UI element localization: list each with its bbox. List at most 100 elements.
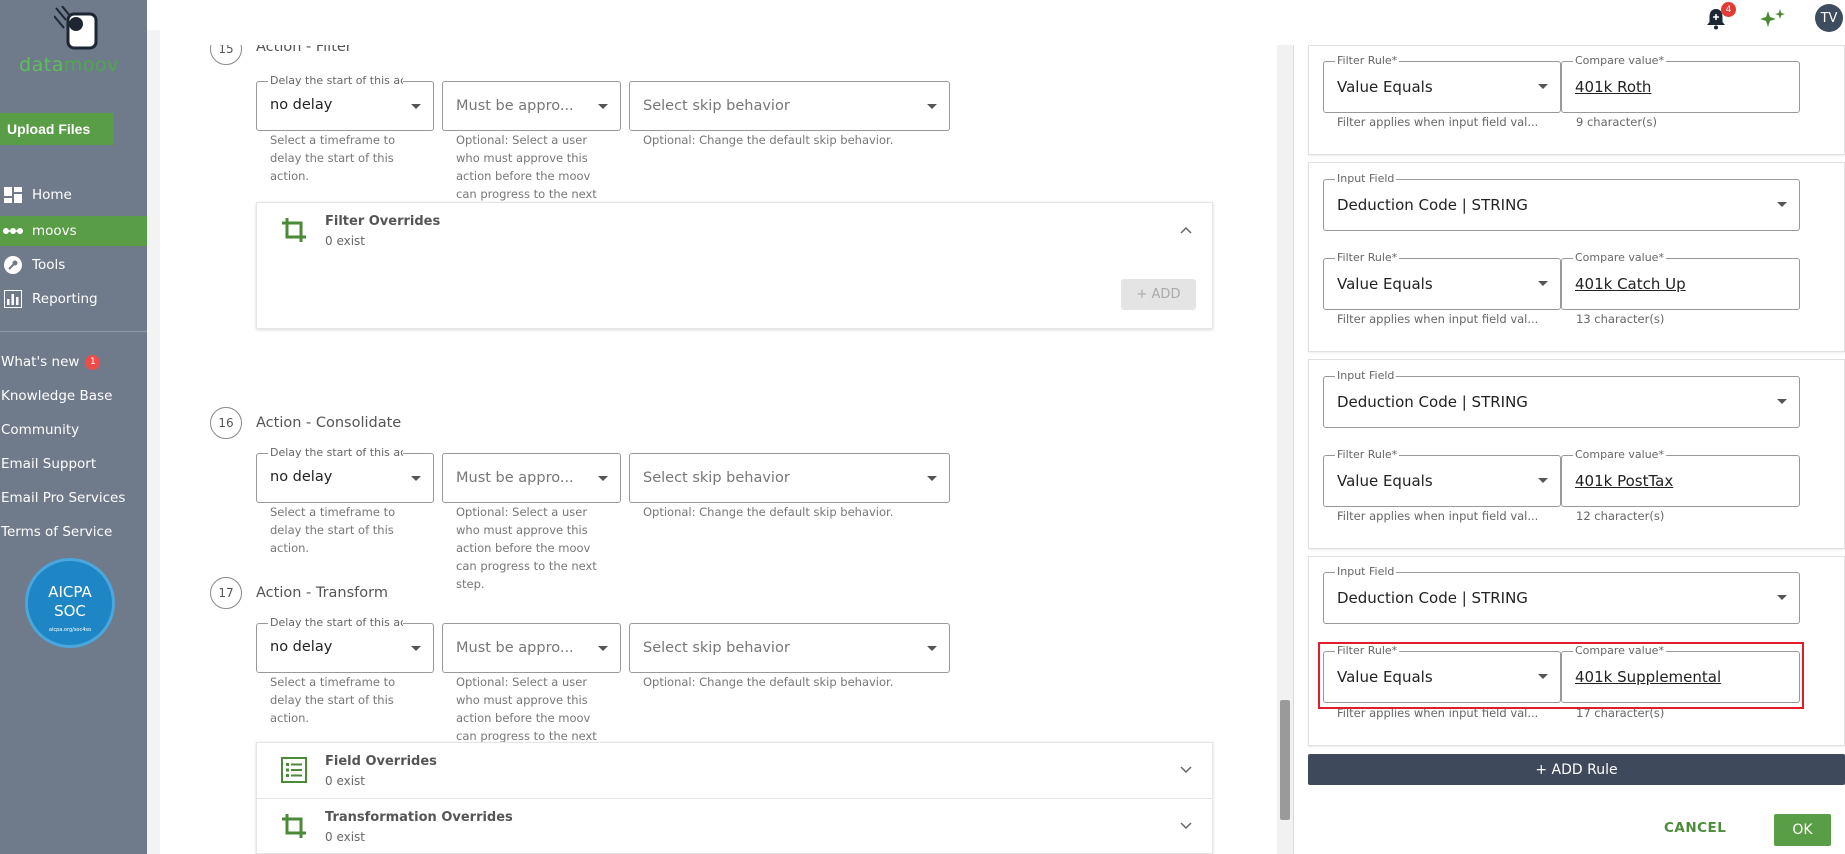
- cancel-button[interactable]: CANCEL: [1664, 820, 1726, 836]
- nav-home[interactable]: Home: [0, 180, 147, 210]
- filter-rule-select-1[interactable]: Filter Rule* Value Equals: [1323, 54, 1561, 113]
- compare-value-input-2[interactable]: Compare value* 401k Catch Up: [1561, 251, 1800, 310]
- approver-select-15[interactable]: Must be appro...: [442, 81, 621, 131]
- step-title-16: Action - Consolidate: [256, 415, 402, 431]
- char-count-2: 13 character(s): [1576, 312, 1665, 326]
- add-rule-button[interactable]: + ADD Rule: [1308, 754, 1845, 785]
- transformation-overrides-count: 0 exist: [325, 830, 366, 844]
- chevron-down-icon[interactable]: [1180, 819, 1192, 833]
- skip-helper-16: Optional: Change the default skip behavi…: [643, 505, 894, 519]
- link-whats-new[interactable]: What's new 1: [1, 354, 101, 370]
- input-field-label: Input Field: [1335, 565, 1397, 578]
- dropdown-caret-icon: [1538, 84, 1548, 89]
- filter-helper-1: Filter applies when input field val...: [1337, 115, 1539, 129]
- upload-files-button[interactable]: Upload Files: [0, 113, 114, 145]
- filter-overrides-title: Filter Overrides: [325, 214, 441, 229]
- input-field-label: Input Field: [1335, 369, 1397, 382]
- input-field-select-3[interactable]: Input Field Deduction Code | STRING: [1323, 369, 1800, 428]
- ai-sparkle-icon[interactable]: [1758, 7, 1788, 31]
- compare-label: Compare value*: [1573, 251, 1666, 264]
- overrides-panel-17: Field Overrides 0 exist Transformation O…: [256, 742, 1213, 854]
- skip-placeholder: Select skip behavior: [643, 98, 790, 114]
- skip-helper-15: Optional: Change the default skip behavi…: [643, 133, 894, 147]
- dropdown-caret-icon: [598, 646, 608, 651]
- aicpa-url-text: aicpa.org/soc4so: [48, 627, 92, 633]
- input-field-value: Deduction Code | STRING: [1337, 393, 1528, 411]
- dropdown-caret-icon: [1538, 281, 1548, 286]
- moov-editor-main: 15 Action - Filter Delay the start of th…: [160, 45, 1270, 854]
- approver-placeholder: Must be appro...: [456, 640, 574, 656]
- notification-count-badge: 4: [1721, 2, 1736, 17]
- filter-rule-select-3[interactable]: Filter Rule* Value Equals: [1323, 448, 1561, 507]
- compare-value-input-3[interactable]: Compare value* 401k PostTax: [1561, 448, 1800, 507]
- field-overrides-row[interactable]: Field Overrides 0 exist: [257, 743, 1212, 798]
- compare-value: 401k Catch Up: [1575, 275, 1686, 293]
- char-count-1: 9 character(s): [1576, 115, 1658, 129]
- skip-select-17[interactable]: Select skip behavior: [629, 623, 950, 673]
- bar-chart-icon: [3, 290, 23, 308]
- nav-home-label: Home: [32, 187, 72, 203]
- link-terms-of-service[interactable]: Terms of Service: [1, 524, 112, 540]
- compare-value-input-1[interactable]: Compare value* 401k Roth: [1561, 54, 1800, 113]
- compare-label: Compare value*: [1573, 448, 1666, 461]
- approver-select-16[interactable]: Must be appro...: [442, 453, 621, 503]
- filter-rule-label: Filter Rule*: [1335, 448, 1400, 461]
- link-email-pro-services[interactable]: Email Pro Services: [1, 490, 125, 506]
- input-field-value: Deduction Code | STRING: [1337, 589, 1528, 607]
- input-field-select-2[interactable]: Input Field Deduction Code | STRING: [1323, 172, 1800, 231]
- link-email-support[interactable]: Email Support: [1, 456, 96, 472]
- approver-placeholder: Must be appro...: [456, 98, 574, 114]
- delay-select-17[interactable]: Delay the start of this action no delay: [256, 616, 434, 673]
- sidebar-divider: [0, 331, 147, 332]
- user-avatar[interactable]: TV: [1815, 4, 1843, 32]
- approver-helper-17: Optional: Select a user who must approve…: [456, 675, 597, 743]
- dropdown-caret-icon: [1777, 399, 1787, 404]
- input-field-value: Deduction Code | STRING: [1337, 196, 1528, 214]
- input-field-select-4[interactable]: Input Field Deduction Code | STRING: [1323, 565, 1800, 624]
- aicpa-text: AICPA: [48, 583, 92, 601]
- nav-reporting[interactable]: Reporting: [0, 284, 147, 314]
- crop-icon: [279, 811, 309, 841]
- delay-select-16[interactable]: Delay the start of this action no delay: [256, 446, 434, 503]
- step-title-17: Action - Transform: [256, 585, 388, 601]
- ok-button[interactable]: OK: [1774, 814, 1831, 846]
- delay-select-15[interactable]: Delay the start of this action no delay: [256, 74, 434, 131]
- dropdown-caret-icon: [411, 476, 421, 481]
- filter-rule-label: Filter Rule*: [1335, 54, 1400, 67]
- nav-tools[interactable]: Tools: [0, 250, 147, 280]
- step-number-15: 15: [210, 45, 242, 65]
- wrench-icon: [3, 256, 23, 274]
- char-count-3: 12 character(s): [1576, 509, 1665, 523]
- whats-new-badge: 1: [85, 354, 101, 370]
- datamoov-logo[interactable]: datamoov: [14, 4, 124, 76]
- add-filter-override-button[interactable]: + ADD: [1121, 279, 1196, 310]
- filter-overrides-count: 0 exist: [325, 234, 366, 248]
- chevron-down-icon[interactable]: [1180, 763, 1192, 777]
- link-knowledge-base[interactable]: Knowledge Base: [1, 388, 112, 404]
- step-number-16: 16: [210, 407, 242, 439]
- filter-helper-2: Filter applies when input field val...: [1337, 312, 1539, 326]
- skip-select-15[interactable]: Select skip behavior: [629, 81, 950, 131]
- filter-rule-value: Value Equals: [1337, 78, 1433, 96]
- content-gutter: [147, 30, 160, 854]
- filter-helper-3: Filter applies when input field val...: [1337, 509, 1539, 523]
- skip-placeholder: Select skip behavior: [643, 640, 790, 656]
- dropdown-caret-icon: [1538, 478, 1548, 483]
- approver-helper-16: Optional: Select a user who must approve…: [456, 505, 597, 591]
- dropdown-caret-icon: [927, 476, 937, 481]
- main-scrollbar-thumb[interactable]: [1280, 700, 1290, 820]
- logo-text: datamoov: [19, 54, 119, 76]
- link-community[interactable]: Community: [1, 422, 79, 438]
- approver-select-17[interactable]: Must be appro...: [442, 623, 621, 673]
- delay-helper-17: Select a timeframe to delay the start of…: [270, 675, 396, 725]
- filter-rule-value: Value Equals: [1337, 472, 1433, 490]
- delay-helper-16: Select a timeframe to delay the start of…: [270, 505, 396, 555]
- filter-rule-select-2[interactable]: Filter Rule* Value Equals: [1323, 251, 1561, 310]
- filter-overrides-panel: Filter Overrides 0 exist + ADD: [256, 202, 1213, 329]
- skip-helper-17: Optional: Change the default skip behavi…: [643, 675, 894, 689]
- chevron-up-icon[interactable]: [1180, 223, 1192, 237]
- nav-moovs[interactable]: moovs: [0, 216, 147, 246]
- skip-select-16[interactable]: Select skip behavior: [629, 453, 950, 503]
- dropdown-caret-icon: [927, 104, 937, 109]
- transformation-overrides-row[interactable]: Transformation Overrides 0 exist: [257, 799, 1212, 854]
